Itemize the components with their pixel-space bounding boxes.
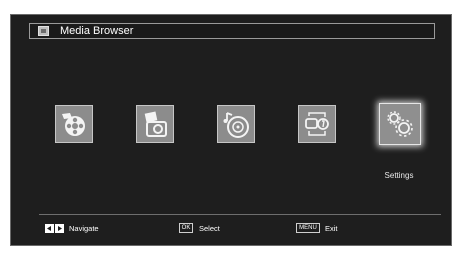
selected-item-caption: Settings (384, 171, 414, 180)
photo-tile[interactable] (136, 105, 174, 143)
gears-icon (387, 111, 413, 137)
menu-key-icon: MENU (296, 223, 320, 233)
left-arrow-key-icon (45, 224, 54, 233)
music-tile[interactable] (217, 105, 255, 143)
media-browser-screen: Media Browser Settings Navigate OK Selec… (10, 14, 452, 246)
navigate-label: Navigate (69, 224, 99, 233)
select-label: Select (199, 224, 220, 233)
settings-tile[interactable] (379, 103, 421, 145)
title-bar: Media Browser (29, 23, 435, 39)
auto-play-icon (305, 112, 329, 136)
camera-icon (143, 110, 167, 137)
music-disc-icon (223, 112, 249, 138)
footer-divider (39, 214, 441, 215)
video-tile[interactable] (55, 105, 93, 143)
auto-play-tile[interactable] (298, 105, 336, 143)
media-browser-icon (38, 26, 49, 36)
film-reel-icon (62, 113, 85, 136)
right-arrow-key-icon (55, 224, 64, 233)
ok-key-icon: OK (179, 223, 193, 233)
page-title: Media Browser (60, 25, 134, 37)
exit-label: Exit (325, 224, 338, 233)
